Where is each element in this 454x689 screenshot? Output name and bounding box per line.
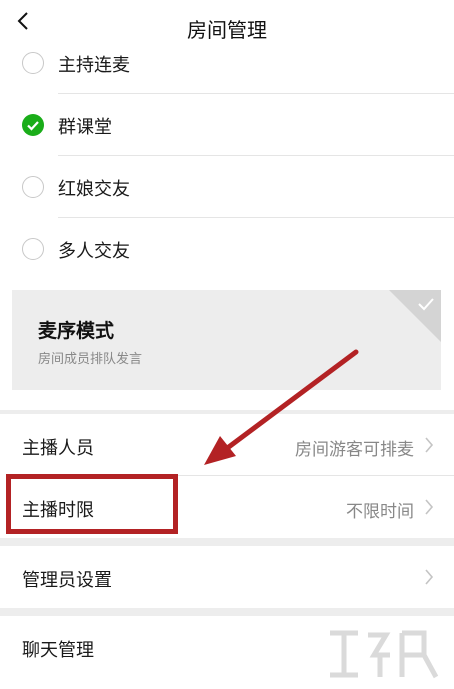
watermark-logo: [330, 630, 439, 679]
annotation-arrow-icon: [204, 349, 359, 465]
